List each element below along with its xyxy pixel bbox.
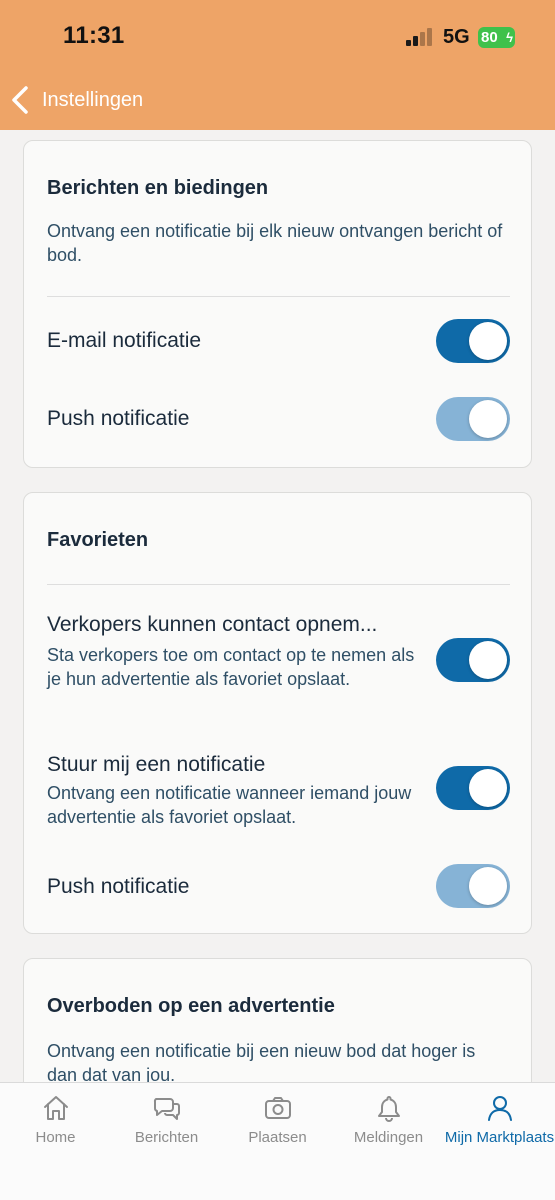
section-description: Ontvang een notificatie bij een nieuw bo… [47,1041,476,1082]
battery-level: 80 [481,29,498,46]
divider [47,584,510,585]
favorite-push-label: Push notificatie [47,875,190,898]
card-overboden: Overboden op een advertentie Ontvang een… [23,958,532,1082]
bottom-tab-bar: Home Berichten Plaatsen Meldingen Mijn M… [0,1082,555,1200]
card-favorieten: Favorieten Verkopers kunnen contact opne… [23,492,532,934]
seller-contact-label: Verkopers kunnen contact opnem... [47,613,378,636]
tab-label: Home [35,1129,76,1146]
network-type: 5G [443,26,470,48]
back-button[interactable]: Instellingen [10,84,143,116]
push-notification-toggle[interactable] [436,397,510,441]
section-title: Favorieten [47,529,149,551]
signal-strength-icon [406,28,436,46]
header-bar: 11:31 5G 80 ϟ Instellingen [0,0,555,130]
section-title: Overboden op een advertentie [47,995,335,1017]
chevron-left-icon [12,86,28,114]
section-title: Berichten en biedingen [47,177,269,199]
toggle-knob [469,769,507,807]
chat-bubbles-icon [153,1098,180,1120]
tab-label: Plaatsen [248,1129,307,1146]
camera-icon [264,1097,291,1119]
tab-label: Mijn Marktplaats [444,1129,555,1146]
toggle-knob [469,641,507,679]
seller-contact-description: Sta verkopers toe om contact op te nemen… [47,645,415,689]
toggle-knob [469,322,507,360]
tab-plaatsen[interactable]: Plaatsen [222,1093,333,1146]
tab-mijn-marktplaats[interactable]: Mijn Marktplaats [444,1093,555,1146]
favorite-push-toggle[interactable] [436,864,510,908]
toggle-knob [469,400,507,438]
toggle-knob [469,867,507,905]
card-berichten-biedingen: Berichten en biedingen Ontvang een notif… [23,140,532,468]
settings-content[interactable]: Berichten en biedingen Ontvang een notif… [0,130,555,1082]
bell-icon [377,1096,400,1122]
email-notification-label: E-mail notificatie [47,329,202,352]
tab-berichten[interactable]: Berichten [111,1093,222,1146]
settings-screen: 11:31 5G 80 ϟ Instellingen Berichten en … [0,0,555,1200]
tab-label: Meldingen [353,1129,424,1146]
favorite-notification-description: Ontvang een notificatie wanneer iemand j… [47,783,412,827]
tab-home[interactable]: Home [0,1093,111,1146]
email-notification-toggle[interactable] [436,319,510,363]
push-notification-label: Push notificatie [47,407,190,430]
home-icon [43,1096,68,1120]
battery-icon: 80 ϟ [478,27,515,48]
favorite-notification-label: Stuur mij een notificatie [47,753,266,776]
status-time: 11:31 [63,22,125,49]
favorite-notification-toggle[interactable] [436,766,510,810]
user-icon [487,1096,512,1121]
charging-icon: ϟ [506,30,513,45]
section-description: Ontvang een notificatie bij elk nieuw on… [47,221,503,265]
tab-meldingen[interactable]: Meldingen [333,1093,444,1146]
tab-label: Berichten [134,1129,199,1146]
seller-contact-toggle[interactable] [436,638,510,682]
back-label: Instellingen [42,88,144,111]
divider [47,296,510,297]
